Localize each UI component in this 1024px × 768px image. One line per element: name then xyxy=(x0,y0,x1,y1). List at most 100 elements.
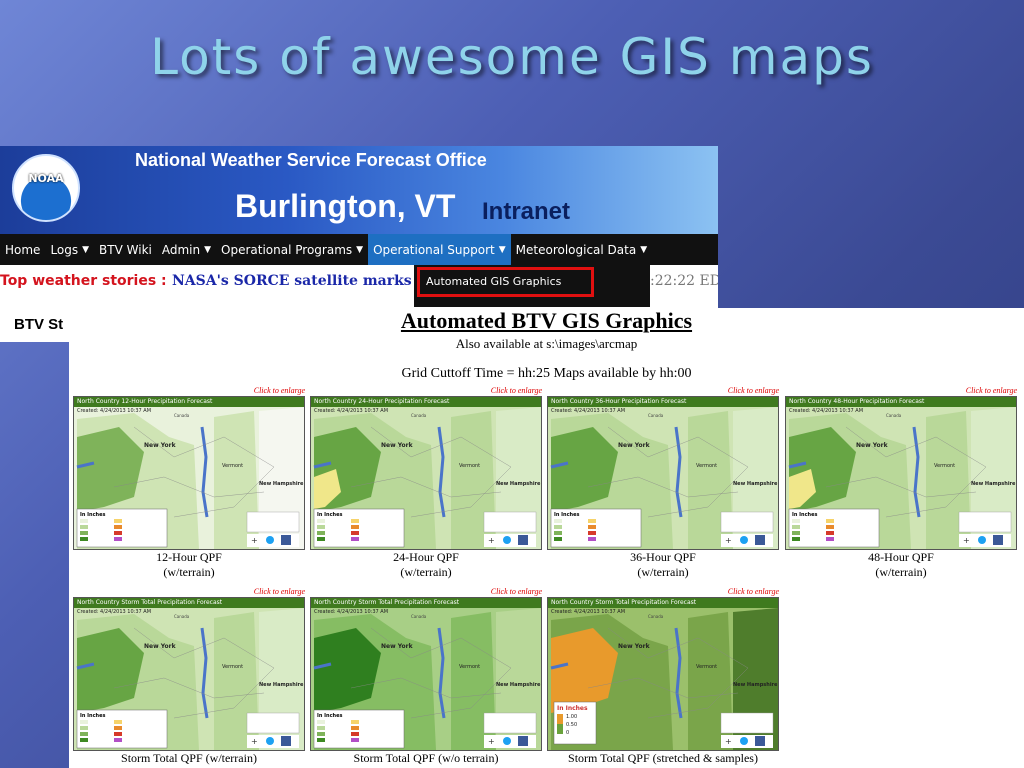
map-header: North Country 36-Hour Precipitation Fore… xyxy=(548,397,778,407)
map-caption: Storm Total QPF (w/o terrain) xyxy=(310,751,542,766)
map-label: New York xyxy=(856,442,889,449)
map-legend: In Inches 1.00 0.50 0 xyxy=(553,701,597,745)
facebook-icon[interactable] xyxy=(518,535,528,545)
map-legend: In Inches xyxy=(76,709,168,749)
facebook-icon[interactable] xyxy=(755,535,765,545)
nav-item-label: BTV Wiki xyxy=(99,242,152,257)
plus-icon[interactable]: + xyxy=(963,536,970,545)
nav-item-home[interactable]: Home xyxy=(0,234,45,265)
nav-item-label: Meteorological Data xyxy=(515,242,637,257)
facebook-icon[interactable] xyxy=(518,736,528,746)
click-to-enlarge-link[interactable]: Click to enlarge xyxy=(728,587,779,596)
precipitation-map-thumbnail[interactable]: New York Vermont New Hampshire Canada In… xyxy=(73,396,305,550)
map-caption-subtitle: (w/terrain) xyxy=(163,565,215,579)
map-created: Created: 4/24/2013 10:37 AM xyxy=(551,609,626,615)
menu-item-automated-gis-graphics[interactable]: Automated GIS Graphics xyxy=(417,267,594,297)
map-created: Created: 4/24/2013 10:37 AM xyxy=(551,408,626,414)
map-caption-title: 36-Hour QPF xyxy=(630,550,696,564)
nav-item-btv-wiki[interactable]: BTV Wiki xyxy=(94,234,157,265)
precipitation-map-thumbnail[interactable]: New York Vermont New Hampshire Canada In… xyxy=(310,597,542,751)
map-label: Canada xyxy=(648,614,664,619)
noaa-logo[interactable]: NOAA xyxy=(12,154,80,222)
map-label: Vermont xyxy=(222,463,243,469)
click-to-enlarge-link[interactable]: Click to enlarge xyxy=(491,587,542,596)
facebook-icon[interactable] xyxy=(281,736,291,746)
click-to-enlarge-link[interactable]: Click to enlarge xyxy=(966,386,1017,395)
plus-icon[interactable]: + xyxy=(725,737,732,746)
twitter-icon[interactable] xyxy=(978,536,986,544)
twitter-icon[interactable] xyxy=(503,737,511,745)
slide-title: Lots of awesome GIS maps xyxy=(150,28,874,86)
map-label: New York xyxy=(381,442,414,449)
map-label: New York xyxy=(144,643,177,650)
map-caption-title: 12-Hour QPF xyxy=(156,550,222,564)
map-header: North Country Storm Total Precipitation … xyxy=(548,598,778,608)
twitter-icon[interactable] xyxy=(503,536,511,544)
plus-icon[interactable]: + xyxy=(251,737,258,746)
click-to-enlarge-link[interactable]: Click to enlarge xyxy=(728,386,779,395)
nws-banner: NOAA National Weather Service Forecast O… xyxy=(0,146,718,234)
noaa-logo-text: NOAA xyxy=(28,172,64,185)
legend-title: In Inches xyxy=(792,512,817,518)
map-created: Created: 4/24/2013 10:37 AM xyxy=(77,609,152,615)
nav-item-operational-programs[interactable]: Operational Programs ▼ xyxy=(216,234,368,265)
map-label: Vermont xyxy=(696,463,717,469)
grid-cutoff-text: Grid Cuttoff Time = hh:25 Maps available… xyxy=(401,366,692,381)
map-caption-title: 24-Hour QPF xyxy=(393,550,459,564)
map-label: Canada xyxy=(411,614,427,619)
legend-value: 0.50 xyxy=(566,722,577,728)
nav-item-meteorological-data[interactable]: Meteorological Data ▼ xyxy=(511,234,652,265)
twitter-icon[interactable] xyxy=(266,536,274,544)
nav-item-operational-support[interactable]: Operational Support ▼ xyxy=(368,234,511,265)
twitter-icon[interactable] xyxy=(740,737,748,745)
click-to-enlarge-link[interactable]: Click to enlarge xyxy=(491,386,542,395)
facebook-icon[interactable] xyxy=(755,736,765,746)
plus-icon[interactable]: + xyxy=(725,536,732,545)
nav-item-label: Operational Support xyxy=(373,242,495,257)
map-label: Vermont xyxy=(459,463,480,469)
plus-icon[interactable]: + xyxy=(488,536,495,545)
precipitation-map-thumbnail[interactable]: New York Vermont New Hampshire Canada In… xyxy=(310,396,542,550)
facebook-icon[interactable] xyxy=(993,535,1003,545)
intranet-label: Intranet xyxy=(482,198,571,225)
stories-timestamp: :22:22 EDT xyxy=(650,273,718,289)
nav-item-admin[interactable]: Admin ▼ xyxy=(157,234,216,265)
map-label: Vermont xyxy=(222,664,243,670)
map-label: Canada xyxy=(174,614,190,619)
map-label: New Hampshire xyxy=(259,481,304,487)
nav-item-label: Admin xyxy=(161,242,201,257)
map-caption-title: 48-Hour QPF xyxy=(868,550,934,564)
precipitation-map: New York Vermont New Hampshire Canada In… xyxy=(74,598,304,750)
caret-down-icon: ▼ xyxy=(82,244,90,255)
nav-item-label: Operational Programs xyxy=(221,242,353,257)
gis-graphics-page: Automated BTV GIS Graphics Also availabl… xyxy=(69,308,1024,768)
precipitation-map-thumbnail[interactable]: New York Vermont New Hampshire Canada In… xyxy=(785,396,1017,550)
map-caption-subtitle: (w/terrain) xyxy=(637,565,689,579)
nav-item-logs[interactable]: Logs ▼ xyxy=(45,234,94,265)
plus-icon[interactable]: + xyxy=(488,737,495,746)
map-caption: Storm Total QPF (w/terrain) xyxy=(73,751,305,766)
legend-title: In Inches xyxy=(80,713,105,719)
precipitation-map-thumbnail[interactable]: New York Vermont New Hampshire Canada In… xyxy=(547,597,779,751)
map-header: North Country 12-Hour Precipitation Fore… xyxy=(74,397,304,407)
facebook-icon[interactable] xyxy=(281,535,291,545)
click-to-enlarge-link[interactable]: Click to enlarge xyxy=(254,587,305,596)
precipitation-map: New York Vermont New Hampshire Canada In… xyxy=(74,397,304,549)
map-legend: In Inches xyxy=(550,508,642,548)
twitter-icon[interactable] xyxy=(266,737,274,745)
precipitation-map-thumbnail[interactable]: New York Vermont New Hampshire Canada In… xyxy=(73,597,305,751)
precipitation-map: New York Vermont New Hampshire Canada In… xyxy=(311,598,541,750)
twitter-icon[interactable] xyxy=(740,536,748,544)
map-created: Created: 4/24/2013 10:37 AM xyxy=(77,408,152,414)
map-header: North Country Storm Total Precipitation … xyxy=(311,598,541,608)
precipitation-map-thumbnail[interactable]: New York Vermont New Hampshire Canada In… xyxy=(547,396,779,550)
click-to-enlarge-link[interactable]: Click to enlarge xyxy=(254,386,305,395)
top-stories-link[interactable]: NASA's SORCE satellite marks a de xyxy=(172,273,422,289)
caret-down-icon: ▼ xyxy=(356,244,364,255)
plus-icon[interactable]: + xyxy=(251,536,258,545)
map-caption: 12-Hour QPF (w/terrain) xyxy=(73,550,305,580)
map-label: Vermont xyxy=(696,664,717,670)
map-label: Canada xyxy=(174,413,190,418)
office-city: Burlington, VT xyxy=(235,188,456,224)
legend-title: In Inches xyxy=(317,512,342,518)
